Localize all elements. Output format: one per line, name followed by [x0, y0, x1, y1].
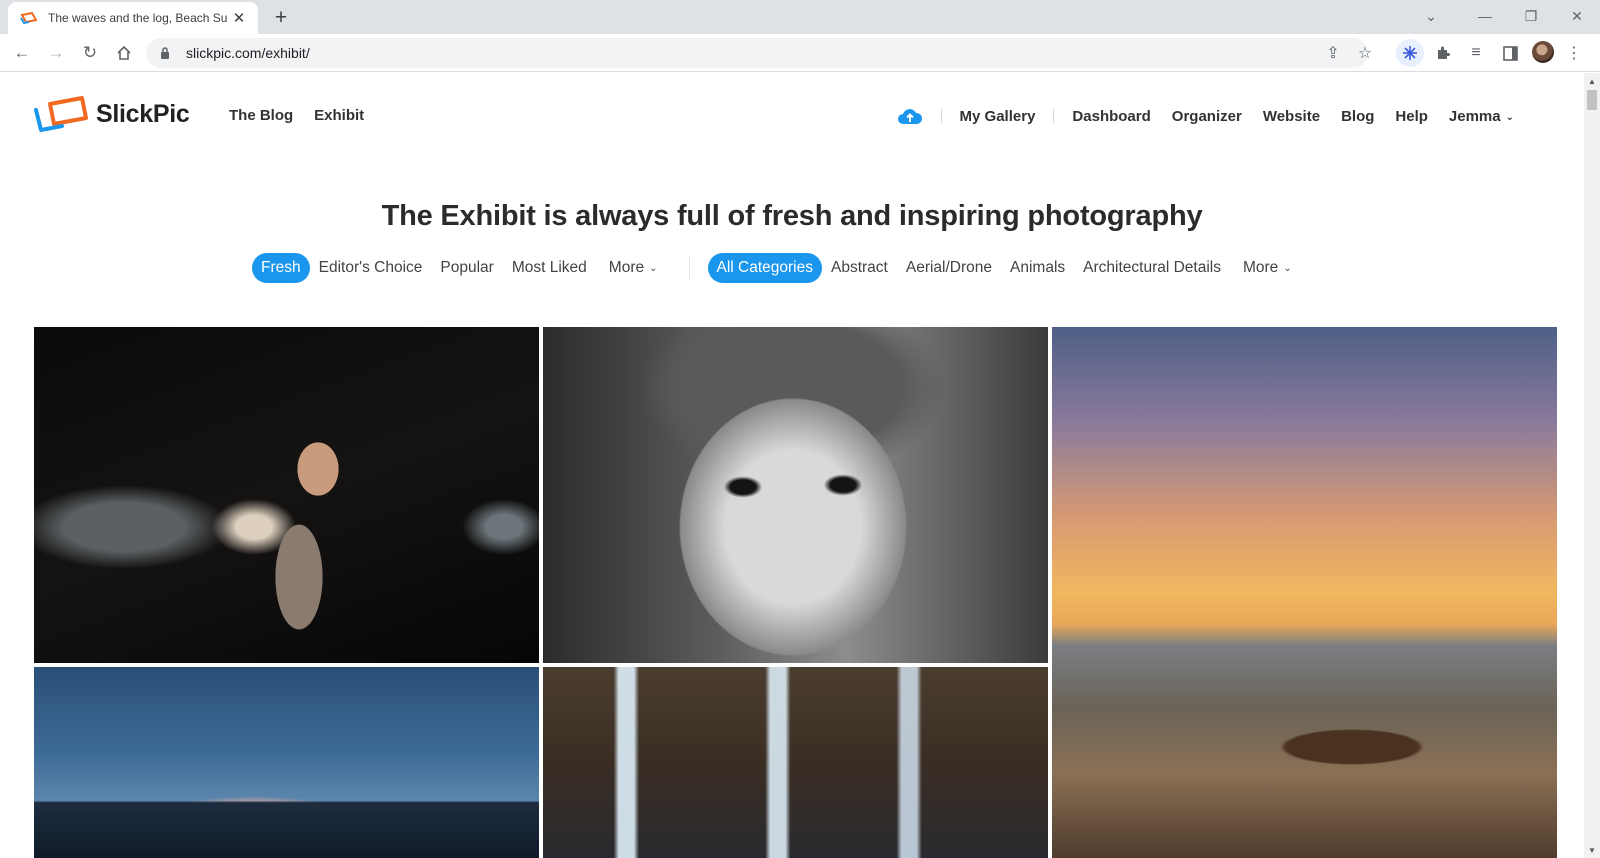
- category-animals[interactable]: Animals: [1001, 253, 1074, 283]
- account-nav: My Gallery Dashboard Organizer Website B…: [897, 107, 1514, 125]
- restore-icon[interactable]: ❐: [1508, 0, 1554, 32]
- photo-waterfall[interactable]: [543, 667, 1048, 858]
- slickpic-logo-icon: [32, 96, 88, 132]
- scroll-down-arrow-icon[interactable]: ▼: [1584, 842, 1600, 858]
- category-abstract[interactable]: Abstract: [822, 253, 897, 283]
- filter-fresh[interactable]: Fresh: [252, 253, 310, 283]
- category-more-label: More: [1242, 259, 1279, 276]
- browser-tab-strip: The waves and the log, Beach Su ✕ + ⌄ — …: [0, 0, 1600, 34]
- filter-editors-choice[interactable]: Editor's Choice: [310, 253, 432, 283]
- bookmark-star-icon[interactable]: ☆: [1354, 42, 1376, 64]
- photo-waves-and-log[interactable]: [1052, 327, 1557, 858]
- browser-toolbar: ← → ↻ slickpic.com/exhibit/ ⇪ ☆ ≡ ⋮: [0, 34, 1600, 72]
- forward-icon[interactable]: →: [42, 39, 70, 67]
- filter-most-liked[interactable]: Most Liked: [503, 253, 596, 283]
- page-scrollbar[interactable]: ▲ ▼: [1584, 73, 1600, 858]
- brand-name: SlickPic: [96, 99, 190, 128]
- home-icon[interactable]: [110, 39, 138, 67]
- url-text: slickpic.com/exhibit/: [186, 45, 310, 61]
- browser-profile-avatar[interactable]: [1532, 41, 1554, 63]
- user-name: Jemma: [1448, 107, 1501, 125]
- category-aerial-drone[interactable]: Aerial/Drone: [897, 253, 1001, 283]
- close-window-icon[interactable]: ✕: [1554, 0, 1600, 32]
- browser-tab[interactable]: The waves and the log, Beach Su ✕: [8, 2, 258, 34]
- category-more-dropdown[interactable]: More ⌄: [1234, 253, 1301, 283]
- nav-dashboard[interactable]: Dashboard: [1072, 108, 1150, 125]
- chevron-down-icon: ⌄: [1505, 111, 1514, 123]
- photo-child-portrait[interactable]: [543, 327, 1048, 663]
- nav-the-blog[interactable]: The Blog: [229, 107, 293, 124]
- nav-divider: [940, 109, 942, 123]
- slickpic-logo[interactable]: SlickPic: [32, 96, 190, 132]
- scroll-up-arrow-icon[interactable]: ▲: [1584, 73, 1600, 89]
- minimize-icon[interactable]: —: [1462, 0, 1508, 32]
- sort-more-label: More: [608, 259, 645, 276]
- nav-help[interactable]: Help: [1395, 108, 1428, 125]
- nav-divider: [1053, 109, 1055, 123]
- photo-sparklers[interactable]: [34, 327, 539, 663]
- reading-list-icon[interactable]: ≡: [1462, 39, 1490, 67]
- chevron-down-icon: ⌄: [649, 263, 658, 274]
- address-bar[interactable]: slickpic.com/exhibit/ ⇪ ☆: [146, 38, 1372, 68]
- side-panel-icon[interactable]: [1496, 39, 1524, 67]
- filter-bar: Fresh Editor's Choice Popular Most Liked…: [252, 252, 1301, 284]
- share-icon[interactable]: ⇪: [1322, 42, 1344, 64]
- tab-title: The waves and the log, Beach Su: [48, 11, 228, 25]
- browser-menu-icon[interactable]: ⋮: [1560, 39, 1588, 67]
- scrollbar-thumb[interactable]: [1587, 90, 1597, 110]
- new-tab-icon[interactable]: +: [268, 5, 294, 31]
- nav-my-gallery[interactable]: My Gallery: [960, 108, 1036, 125]
- user-menu[interactable]: Jemma ⌄: [1449, 108, 1514, 125]
- reload-icon[interactable]: ↻: [76, 39, 104, 67]
- photo-mountains[interactable]: [34, 667, 539, 858]
- filter-divider: [688, 255, 690, 281]
- page-headline: The Exhibit is always full of fresh and …: [381, 200, 1203, 232]
- tab-close-icon[interactable]: ✕: [230, 9, 248, 27]
- nav-blog[interactable]: Blog: [1341, 108, 1374, 125]
- sort-more-dropdown[interactable]: More ⌄: [600, 253, 667, 283]
- lock-icon: [160, 47, 174, 59]
- nav-website[interactable]: Website: [1263, 108, 1320, 125]
- upload-cloud-icon[interactable]: [897, 107, 923, 125]
- chevron-down-icon: ⌄: [1283, 263, 1292, 274]
- category-all[interactable]: All Categories: [707, 253, 822, 283]
- back-icon[interactable]: ←: [8, 39, 36, 67]
- tab-search-chevron-icon[interactable]: ⌄: [1408, 0, 1454, 32]
- extensions-puzzle-icon[interactable]: [1429, 39, 1457, 67]
- category-architectural-details[interactable]: Architectural Details: [1074, 253, 1230, 283]
- extension-snowflake-icon[interactable]: [1396, 39, 1424, 67]
- nav-organizer[interactable]: Organizer: [1172, 108, 1242, 125]
- nav-exhibit[interactable]: Exhibit: [314, 107, 364, 124]
- slickpic-favicon-icon: [20, 10, 40, 26]
- primary-nav: The Blog Exhibit: [229, 107, 364, 124]
- filter-popular[interactable]: Popular: [431, 253, 502, 283]
